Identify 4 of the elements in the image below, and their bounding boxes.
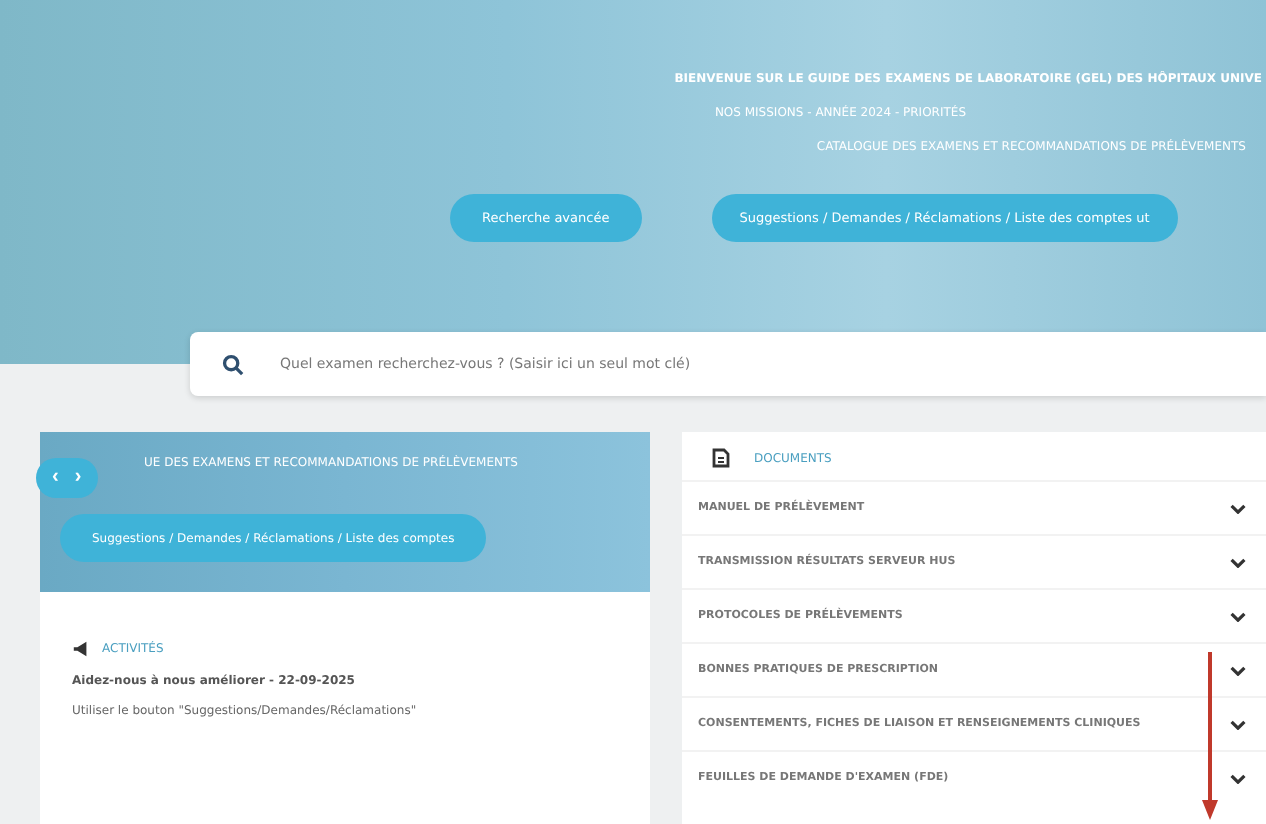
previous-button[interactable]: ‹ xyxy=(44,462,67,494)
megaphone-icon xyxy=(72,640,90,658)
next-button[interactable]: › xyxy=(66,462,90,494)
document-icon xyxy=(710,448,730,468)
